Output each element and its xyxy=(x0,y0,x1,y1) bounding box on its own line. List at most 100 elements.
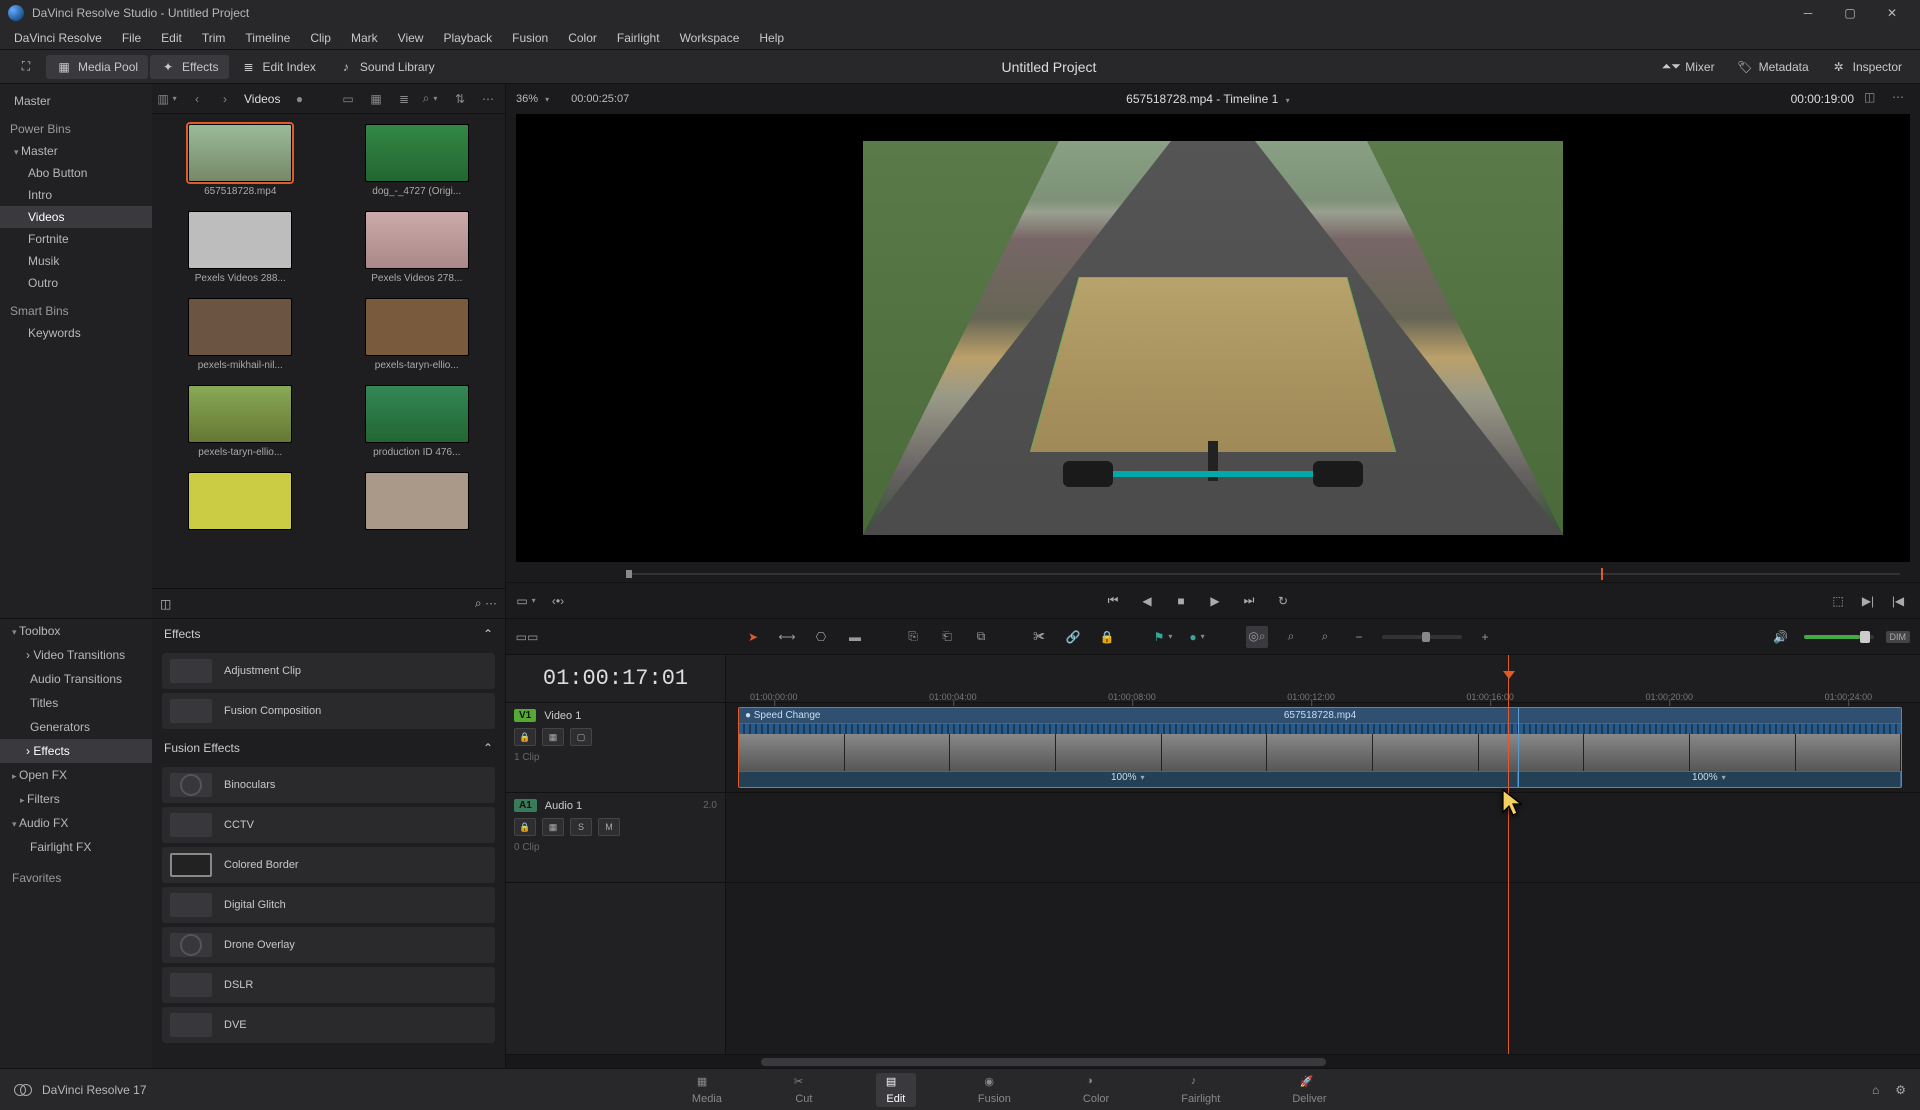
replace-clip-icon[interactable]: ⧉ xyxy=(970,626,992,648)
menu-workspace[interactable]: Workspace xyxy=(670,26,750,49)
jump-start-icon[interactable]: ⏮ xyxy=(1103,591,1123,611)
viewer-overlay-menu[interactable]: ▭▾ xyxy=(518,591,538,611)
pb-outro[interactable]: Outro xyxy=(0,272,152,294)
dim-button[interactable]: DIM xyxy=(1886,631,1911,643)
viewer-timecode[interactable]: 00:00:19:00 xyxy=(1791,92,1854,106)
insert-clip-icon[interactable]: ⎘ xyxy=(902,626,924,648)
fx-dve[interactable]: DVE xyxy=(162,1007,495,1043)
overwrite-clip-icon[interactable]: ⎗ xyxy=(936,626,958,648)
sound-library-toggle[interactable]: ♪Sound Library xyxy=(328,55,445,79)
menu-help[interactable]: Help xyxy=(749,26,794,49)
footer-more-icon[interactable]: ⋯ xyxy=(485,596,497,610)
page-fairlight[interactable]: ♪Fairlight xyxy=(1171,1073,1230,1107)
fx-drone-overlay[interactable]: Drone Overlay xyxy=(162,927,495,963)
flag-icon[interactable]: ⚑▾ xyxy=(1154,626,1176,648)
stop-icon[interactable]: ■ xyxy=(1171,591,1191,611)
fx-fusion-composition[interactable]: Fusion Composition xyxy=(162,693,495,729)
clip-thumb[interactable]: pexels-taryn-ellio... xyxy=(339,298,496,371)
zoom-in-icon[interactable]: + xyxy=(1474,626,1496,648)
view-poster-icon[interactable]: ▭ xyxy=(339,90,357,108)
clip-thumb[interactable]: dog_-_4727 (Origi... xyxy=(339,124,496,197)
menu-file[interactable]: File xyxy=(112,26,151,49)
clip-thumb[interactable]: 657518728.mp4 xyxy=(162,124,319,197)
playhead[interactable] xyxy=(1508,655,1509,1054)
nav-fwd-icon[interactable]: › xyxy=(216,90,234,108)
marker-icon[interactable]: ●▾ xyxy=(1188,626,1210,648)
speed-segment-2[interactable]: 100% xyxy=(1518,772,1902,787)
page-edit[interactable]: ▤Edit xyxy=(876,1073,916,1107)
fx-video-transitions[interactable]: › Video Transitions xyxy=(0,643,152,667)
menu-mark[interactable]: Mark xyxy=(341,26,388,49)
mixer-toggle[interactable]: ⏶⏷Mixer xyxy=(1653,55,1724,79)
fx-digital-glitch[interactable]: Digital Glitch xyxy=(162,887,495,923)
fx-audio-fx[interactable]: Audio FX xyxy=(0,811,152,835)
dynamic-trim-icon[interactable]: ⎔ xyxy=(810,626,832,648)
clip-thumb[interactable] xyxy=(162,472,319,534)
sort-icon[interactable]: ⇅ xyxy=(451,90,469,108)
window-minimize-button[interactable]: ─ xyxy=(1788,0,1828,26)
collapse-icon[interactable]: ⌃ xyxy=(483,627,493,641)
go-out-icon[interactable]: |◀ xyxy=(1888,591,1908,611)
volume-slider[interactable] xyxy=(1804,635,1874,639)
panel-layout-icon[interactable]: ◫ xyxy=(160,597,171,611)
v1-badge[interactable]: V1 xyxy=(514,709,536,722)
collapse-icon[interactable]: ⌃ xyxy=(483,741,493,755)
pb-musik[interactable]: Musik xyxy=(0,250,152,272)
sb-keywords[interactable]: Keywords xyxy=(0,322,152,344)
selection-tool-icon[interactable]: ➤ xyxy=(742,626,764,648)
clip-thumb[interactable]: pexels-mikhail-nil... xyxy=(162,298,319,371)
a1-mute-button[interactable]: M xyxy=(598,818,620,836)
zoom-to-fit-icon[interactable]: ⌕ xyxy=(1280,626,1302,648)
volume-icon[interactable]: 🔊 xyxy=(1770,626,1792,648)
a1-badge[interactable]: A1 xyxy=(514,799,537,812)
match-frame-icon[interactable]: ‹•› xyxy=(548,591,568,611)
go-in-icon[interactable]: ▶| xyxy=(1858,591,1878,611)
media-pool-toggle[interactable]: ▦Media Pool xyxy=(46,55,148,79)
menu-clip[interactable]: Clip xyxy=(300,26,341,49)
page-color[interactable]: ◑Color xyxy=(1073,1073,1119,1107)
viewer-zoom[interactable]: 36% ▾ xyxy=(516,93,553,105)
zoom-out-icon[interactable]: − xyxy=(1348,626,1370,648)
timeline-view-options[interactable]: ▭▭ xyxy=(516,626,538,648)
nav-back-icon[interactable]: ‹ xyxy=(188,90,206,108)
in-out-range-icon[interactable]: ⬚ xyxy=(1828,591,1848,611)
pb-videos[interactable]: Videos xyxy=(0,206,152,228)
fx-generators[interactable]: Generators xyxy=(0,715,152,739)
speed-segment-1[interactable]: 100% xyxy=(739,772,1518,787)
fx-effects[interactable]: › Effects xyxy=(0,739,152,763)
fx-dslr[interactable]: DSLR xyxy=(162,967,495,1003)
clip-thumb[interactable]: Pexels Videos 278... xyxy=(339,211,496,284)
loop-icon[interactable]: ↻ xyxy=(1273,591,1293,611)
menu-fusion[interactable]: Fusion xyxy=(502,26,558,49)
audio-track-header[interactable]: A1 Audio 1 2.0 🔒 ▦ S M 0 Clip xyxy=(506,793,725,883)
fx-colored-border[interactable]: Colored Border xyxy=(162,847,495,883)
link-icon[interactable]: 🔗 xyxy=(1062,626,1084,648)
view-thumb-icon[interactable]: ▦ xyxy=(367,90,385,108)
v1-lock-icon[interactable]: 🔒 xyxy=(514,728,536,746)
viewer-canvas[interactable] xyxy=(516,114,1910,562)
page-fusion[interactable]: ◉Fusion xyxy=(968,1073,1021,1107)
fullscreen-toggle[interactable]: ⛶ xyxy=(8,55,44,79)
menu-playback[interactable]: Playback xyxy=(433,26,502,49)
menu-edit[interactable]: Edit xyxy=(151,26,192,49)
window-maximize-button[interactable]: ▢ xyxy=(1830,0,1870,26)
clip-thumb[interactable]: production ID 476... xyxy=(339,385,496,458)
footer-search-icon[interactable]: ⌕ xyxy=(475,596,482,610)
zoom-detail-icon[interactable]: ⌕ xyxy=(1314,626,1336,648)
bin-master[interactable]: Master xyxy=(0,90,152,112)
fx-fairlight-fx[interactable]: Fairlight FX xyxy=(0,835,152,859)
page-media[interactable]: ▦Media xyxy=(682,1073,732,1107)
page-cut[interactable]: ✂Cut xyxy=(784,1073,824,1107)
viewer-more-icon[interactable]: ⋯ xyxy=(1892,90,1910,108)
timeline-ruler[interactable]: 01:00:00:00 01:00:04:00 01:00:08:00 01:0… xyxy=(726,655,1920,703)
clip-thumb[interactable] xyxy=(339,472,496,534)
fx-adjustment-clip[interactable]: Adjustment Clip xyxy=(162,653,495,689)
menu-timeline[interactable]: Timeline xyxy=(235,26,300,49)
lock-icon[interactable]: 🔒 xyxy=(1096,626,1118,648)
effects-toggle[interactable]: ✦Effects xyxy=(150,55,228,79)
menu-fairlight[interactable]: Fairlight xyxy=(607,26,670,49)
timeline-scrollbar[interactable] xyxy=(506,1054,1920,1068)
fx-binoculars[interactable]: Binoculars xyxy=(162,767,495,803)
video-track-header[interactable]: V1 Video 1 🔒 ▦ ▢ 1 Clip xyxy=(506,703,725,793)
pb-intro[interactable]: Intro xyxy=(0,184,152,206)
